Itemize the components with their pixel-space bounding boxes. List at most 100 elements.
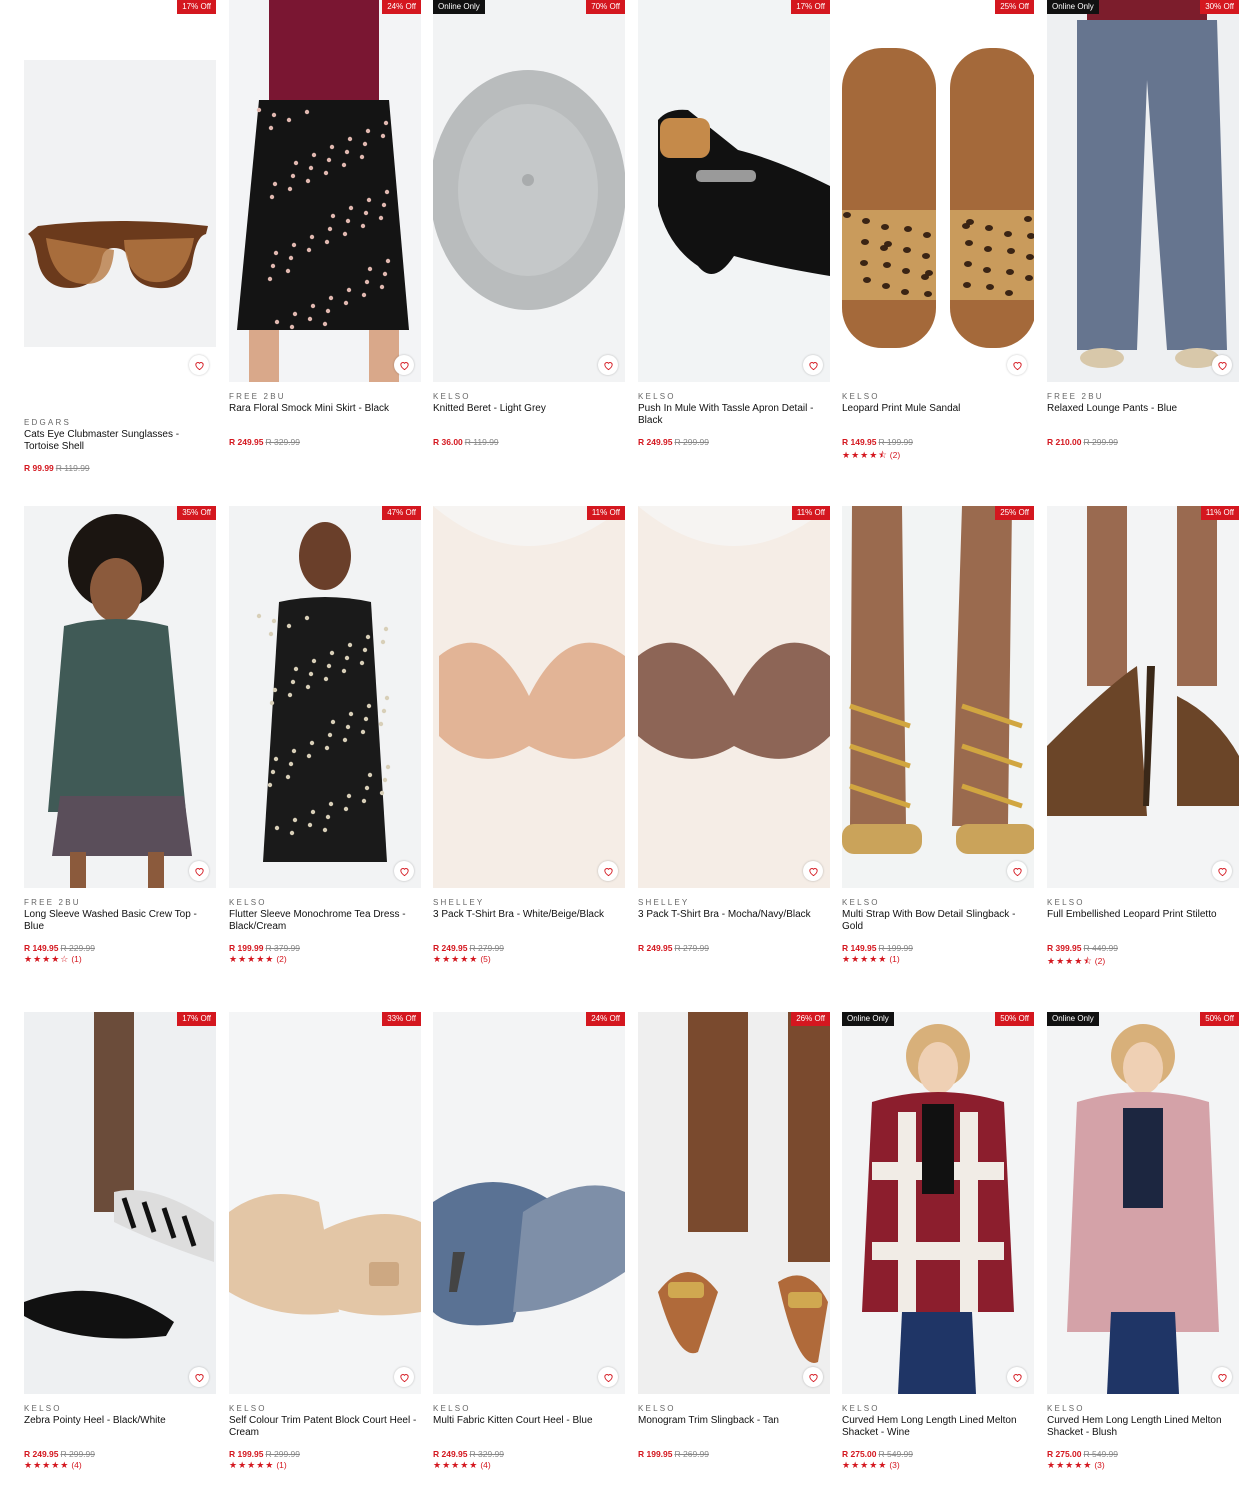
product-price: R 249.95 R 299.99: [24, 1449, 216, 1460]
product-card[interactable]: 33% Off KELSO Self Colour Trim Patent Bloc…: [229, 1012, 421, 1472]
wishlist-heart-icon[interactable]: [803, 355, 823, 375]
product-image[interactable]: 17% Off: [638, 0, 830, 382]
product-image[interactable]: Online Only 50% Off: [842, 1012, 1034, 1394]
product-image[interactable]: 47% Off: [229, 506, 421, 888]
original-price: R 549.99: [1083, 1449, 1119, 1459]
product-name[interactable]: Rara Floral Smock Mini Skirt - Black: [229, 403, 421, 437]
product-card[interactable]: 25% Off KELSO Multi Strap With Bow Detail …: [842, 506, 1034, 966]
pants-image: [1047, 0, 1239, 382]
product-price: R 399.95 R 449.99: [1047, 943, 1239, 954]
product-image[interactable]: 24% Off: [229, 0, 421, 382]
product-image[interactable]: 24% Off: [433, 1012, 625, 1394]
product-card[interactable]: 17% Off KELSO Zebra Pointy Heel - Black/Wh…: [24, 1012, 216, 1472]
product-rating[interactable]: ★★★★★ (4): [433, 1460, 625, 1472]
product-card[interactable]: Online Only 50% Off KELSO Curved Hem Long L…: [1047, 1012, 1239, 1472]
product-image[interactable]: 11% Off: [1047, 506, 1239, 888]
review-count: (1): [276, 1460, 287, 1470]
product-name[interactable]: Curved Hem Long Length Lined Melton Shac…: [842, 1415, 1034, 1449]
product-image[interactable]: 25% Off: [842, 0, 1034, 382]
product-name[interactable]: Multi Strap With Bow Detail Slingback - …: [842, 909, 1034, 943]
product-card[interactable]: Online Only 30% Off FREE 2BU Relaxed Lounge…: [1047, 0, 1239, 448]
product-name[interactable]: Monogram Trim Slingback - Tan: [638, 1415, 830, 1449]
current-price: R 199.99: [229, 943, 264, 953]
product-name[interactable]: Zebra Pointy Heel - Black/White: [24, 1415, 216, 1449]
wishlist-heart-icon[interactable]: [1007, 861, 1027, 881]
wishlist-heart-icon[interactable]: [598, 1367, 618, 1387]
product-card[interactable]: Online Only 70% Off KELSO Knitted Beret - L…: [433, 0, 625, 448]
product-card[interactable]: 24% Off FREE 2BU Rara Floral Smock Mini Sk…: [229, 0, 421, 448]
product-card[interactable]: 11% Off KELSO Full Embellished Leopard Pri…: [1047, 506, 1239, 966]
product-rating[interactable]: ★★★★★ (2): [229, 954, 421, 966]
product-image[interactable]: Online Only 30% Off: [1047, 0, 1239, 382]
product-rating[interactable]: ★★★★★ (3): [842, 1460, 1034, 1472]
product-rating[interactable]: ★★★★⯪ (2): [1047, 954, 1239, 966]
skirt-image: [229, 0, 421, 382]
wishlist-heart-icon[interactable]: [1007, 355, 1027, 375]
product-brand: KELSO: [1047, 1404, 1085, 1413]
product-name[interactable]: 3 Pack T-Shirt Bra - Mocha/Navy/Black: [638, 909, 830, 943]
product-name[interactable]: Cats Eye Clubmaster Sunglasses - Tortois…: [24, 429, 216, 463]
product-image[interactable]: 35% Off: [24, 506, 216, 888]
product-rating[interactable]: ★★★★★ (4): [24, 1460, 216, 1472]
product-card[interactable]: 11% Off SHELLEY 3 Pack T-Shirt Bra - White…: [433, 506, 625, 966]
product-rating[interactable]: ★★★★★ (1): [842, 954, 1034, 966]
product-image[interactable]: 17% Off: [24, 0, 216, 382]
product-card[interactable]: 11% Off SHELLEY 3 Pack T-Shirt Bra - Mocha…: [638, 506, 830, 954]
product-image[interactable]: 11% Off: [433, 506, 625, 888]
product-card[interactable]: Online Only 50% Off KELSO Curved Hem Long L…: [842, 1012, 1034, 1472]
product-name[interactable]: Curved Hem Long Length Lined Melton Shac…: [1047, 1415, 1239, 1449]
product-rating[interactable]: ★★★★☆ (1): [24, 954, 216, 966]
review-count: (3): [1094, 1460, 1105, 1470]
product-card[interactable]: 26% Off KELSO Monogram Trim Slingback - Ta…: [638, 1012, 830, 1460]
wishlist-heart-icon[interactable]: [1212, 1367, 1232, 1387]
product-image[interactable]: 26% Off: [638, 1012, 830, 1394]
wishlist-heart-icon[interactable]: [189, 1367, 209, 1387]
wishlist-heart-icon[interactable]: [394, 861, 414, 881]
wishlist-heart-icon[interactable]: [394, 355, 414, 375]
product-name[interactable]: Multi Fabric Kitten Court Heel - Blue: [433, 1415, 625, 1449]
product-name[interactable]: Flutter Sleeve Monochrome Tea Dress - Bl…: [229, 909, 421, 943]
product-image[interactable]: Online Only 70% Off: [433, 0, 625, 382]
wishlist-heart-icon[interactable]: [189, 861, 209, 881]
product-name[interactable]: Self Colour Trim Patent Block Court Heel…: [229, 1415, 421, 1449]
wishlist-heart-icon[interactable]: [1212, 355, 1232, 375]
product-name[interactable]: Knitted Beret - Light Grey: [433, 403, 625, 437]
wishlist-heart-icon[interactable]: [803, 1367, 823, 1387]
wishlist-heart-icon[interactable]: [1212, 861, 1232, 881]
product-name[interactable]: Leopard Print Mule Sandal: [842, 403, 1034, 437]
product-rating[interactable]: ★★★★★ (1): [229, 1460, 421, 1472]
original-price: R 549.99: [878, 1449, 914, 1459]
product-rating[interactable]: ★★★★★ (3): [1047, 1460, 1239, 1472]
discount-badge: 17% Off: [177, 1012, 216, 1026]
product-image[interactable]: Online Only 50% Off: [1047, 1012, 1239, 1394]
product-name[interactable]: Push In Mule With Tassle Apron Detail - …: [638, 403, 830, 437]
product-card[interactable]: 25% Off KELSO Leopard Print Mule Sandal R 1…: [842, 0, 1034, 460]
star-rating-icon: ★★★★☆: [24, 954, 70, 964]
wishlist-heart-icon[interactable]: [189, 355, 209, 375]
product-image[interactable]: 17% Off: [24, 1012, 216, 1394]
wishlist-heart-icon[interactable]: [1007, 1367, 1027, 1387]
original-price: R 269.99: [674, 1449, 710, 1459]
product-image[interactable]: 25% Off: [842, 506, 1034, 888]
beret-image: [433, 0, 625, 382]
wishlist-heart-icon[interactable]: [394, 1367, 414, 1387]
original-price: R 379.99: [265, 943, 301, 953]
product-card[interactable]: 24% Off KELSO Multi Fabric Kitten Court He…: [433, 1012, 625, 1472]
product-name[interactable]: 3 Pack T-Shirt Bra - White/Beige/Black: [433, 909, 625, 943]
product-name[interactable]: Full Embellished Leopard Print Stiletto: [1047, 909, 1239, 943]
product-rating[interactable]: ★★★★★ (5): [433, 954, 625, 966]
product-card[interactable]: 35% Off FREE 2BU Long Sleeve Washed Basic …: [24, 506, 216, 966]
wishlist-heart-icon[interactable]: [803, 861, 823, 881]
product-image[interactable]: 11% Off: [638, 506, 830, 888]
product-card[interactable]: 17% Off EDGARS Cats Eye Clubmaster Sunglas…: [24, 0, 216, 474]
product-name[interactable]: Long Sleeve Washed Basic Crew Top - Blue: [24, 909, 216, 943]
product-rating[interactable]: ★★★★⯪ (2): [842, 448, 1034, 460]
product-image[interactable]: 33% Off: [229, 1012, 421, 1394]
wishlist-heart-icon[interactable]: [598, 355, 618, 375]
product-name[interactable]: Relaxed Lounge Pants - Blue: [1047, 403, 1239, 437]
discount-badge: 24% Off: [382, 0, 421, 14]
product-card[interactable]: 47% Off KELSO Flutter Sleeve Monochrome Te…: [229, 506, 421, 966]
wishlist-heart-icon[interactable]: [598, 861, 618, 881]
product-card[interactable]: 17% Off KELSO Push In Mule With Tassle Apr…: [638, 0, 830, 448]
current-price: R 249.95: [433, 943, 468, 953]
